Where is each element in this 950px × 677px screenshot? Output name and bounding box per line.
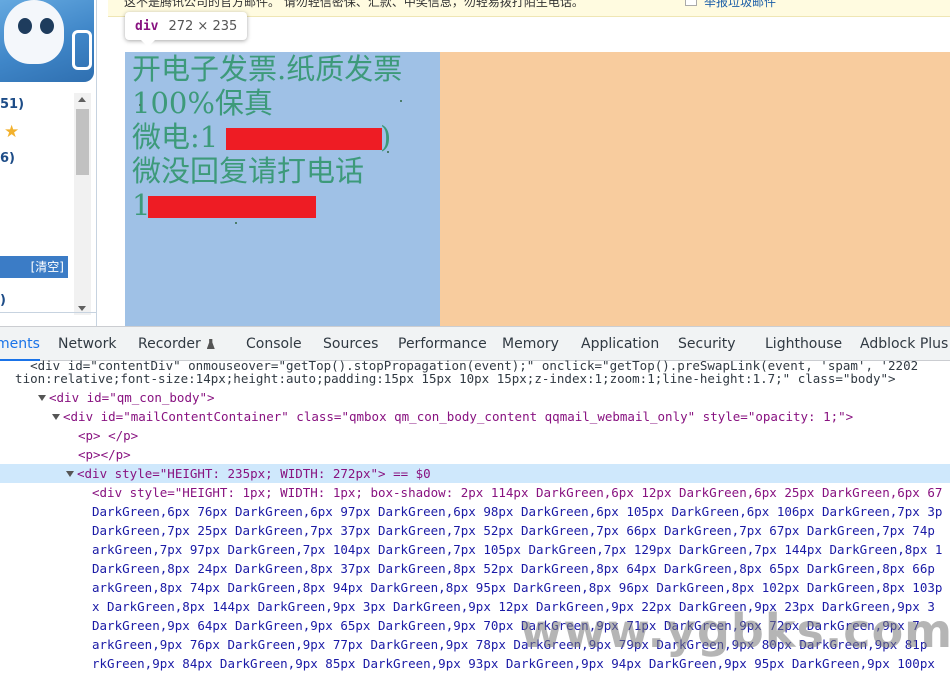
redaction-bar [148,196,316,218]
report-icon [685,0,697,6]
dom-node-line[interactable]: tion:relative;font-size:14px;height:auto… [0,369,950,388]
inspect-overlay-content[interactable]: 开电子发票.纸质发票 100%保真 微电:1 ) 微没回复请打电话 1 [125,52,440,326]
dom-node-p[interactable]: <p></p> [0,445,950,464]
site-watermark: www.ygbks.com [520,604,950,658]
email-line-3-text: 微电:1 [132,120,219,154]
sidebar-scrollbar[interactable] [74,93,91,315]
divider [0,312,96,313]
email-line-4: 微没回复请打电话 [132,154,365,188]
redaction-bar [226,128,382,150]
expand-caret-icon[interactable] [66,471,74,477]
dom-node-shadow-div[interactable]: <div style="HEIGHT: 1px; WIDTH: 1px; box… [0,483,950,502]
sidebar-item-count[interactable]: 6) [0,151,15,166]
sidebar-item-count[interactable]: 51) [0,97,24,112]
clear-button[interactable]: [清空] [0,256,68,278]
expand-caret-icon[interactable] [52,414,60,420]
tab-recorder-label: Recorder [138,336,201,352]
tooltip-tag: div [135,18,159,34]
tooltip-size: 272 × 235 [168,18,238,34]
qq-avatar[interactable] [0,0,94,82]
dom-attr-continuation: arkGreen,8px 74px DarkGreen,8px 94px Dar… [92,580,943,595]
dom-attr-continuation: DarkGreen,6px 76px DarkGreen,6px 97px Da… [92,504,943,519]
dom-node-qm-con-body[interactable]: <div id="qm_con_body"> [0,388,950,407]
email-line-3: 微电:1 [132,120,218,154]
star-icon[interactable]: ★ [4,122,19,142]
dom-attr-continuation: arkGreen,7px 97px DarkGreen,7px 104px Da… [92,542,943,557]
email-line-2: 100%保真 [132,86,273,120]
penguin-icon [4,0,64,64]
dom-node-p[interactable]: <p> </p> [0,426,950,445]
scroll-up-icon[interactable] [78,97,86,102]
dom-attr-continuation: DarkGreen,7px 25px DarkGreen,7px 37px Da… [92,523,935,538]
tooltip-arrow [141,40,155,47]
flask-icon [206,339,215,349]
email-line-1: 开电子发票.纸质发票 [132,52,403,86]
report-spam-link[interactable]: 举报垃圾邮件 [704,0,776,10]
inspect-overlay-margin [440,52,950,326]
sidebar-item-count[interactable]: ) [0,293,6,308]
webmail-view: 51) ★ 6) [清空] ) 这不是腾讯公司的官方邮件。 请勿轻信密保、汇款、… [0,0,950,326]
dom-attr-continuation: DarkGreen,8px 24px DarkGreen,8px 37px Da… [92,561,935,576]
dom-node-mail-content-container[interactable]: <div id="mailContentContainer" class="qm… [0,407,950,426]
dom-node-selected-div[interactable]: <div style="HEIGHT: 235px; WIDTH: 272px"… [0,464,950,483]
notice-text: 这不是腾讯公司的官方邮件。 请勿轻信密保、汇款、中奖信息，勿轻易拨打陌生电话。 [124,0,584,9]
mail-sidebar: 51) ★ 6) [清空] ) [0,0,97,326]
scroll-thumb[interactable] [76,109,89,175]
inspect-tooltip: div 272 × 235 [125,12,248,40]
scroll-down-icon[interactable] [78,306,86,311]
expand-caret-icon[interactable] [38,395,46,401]
